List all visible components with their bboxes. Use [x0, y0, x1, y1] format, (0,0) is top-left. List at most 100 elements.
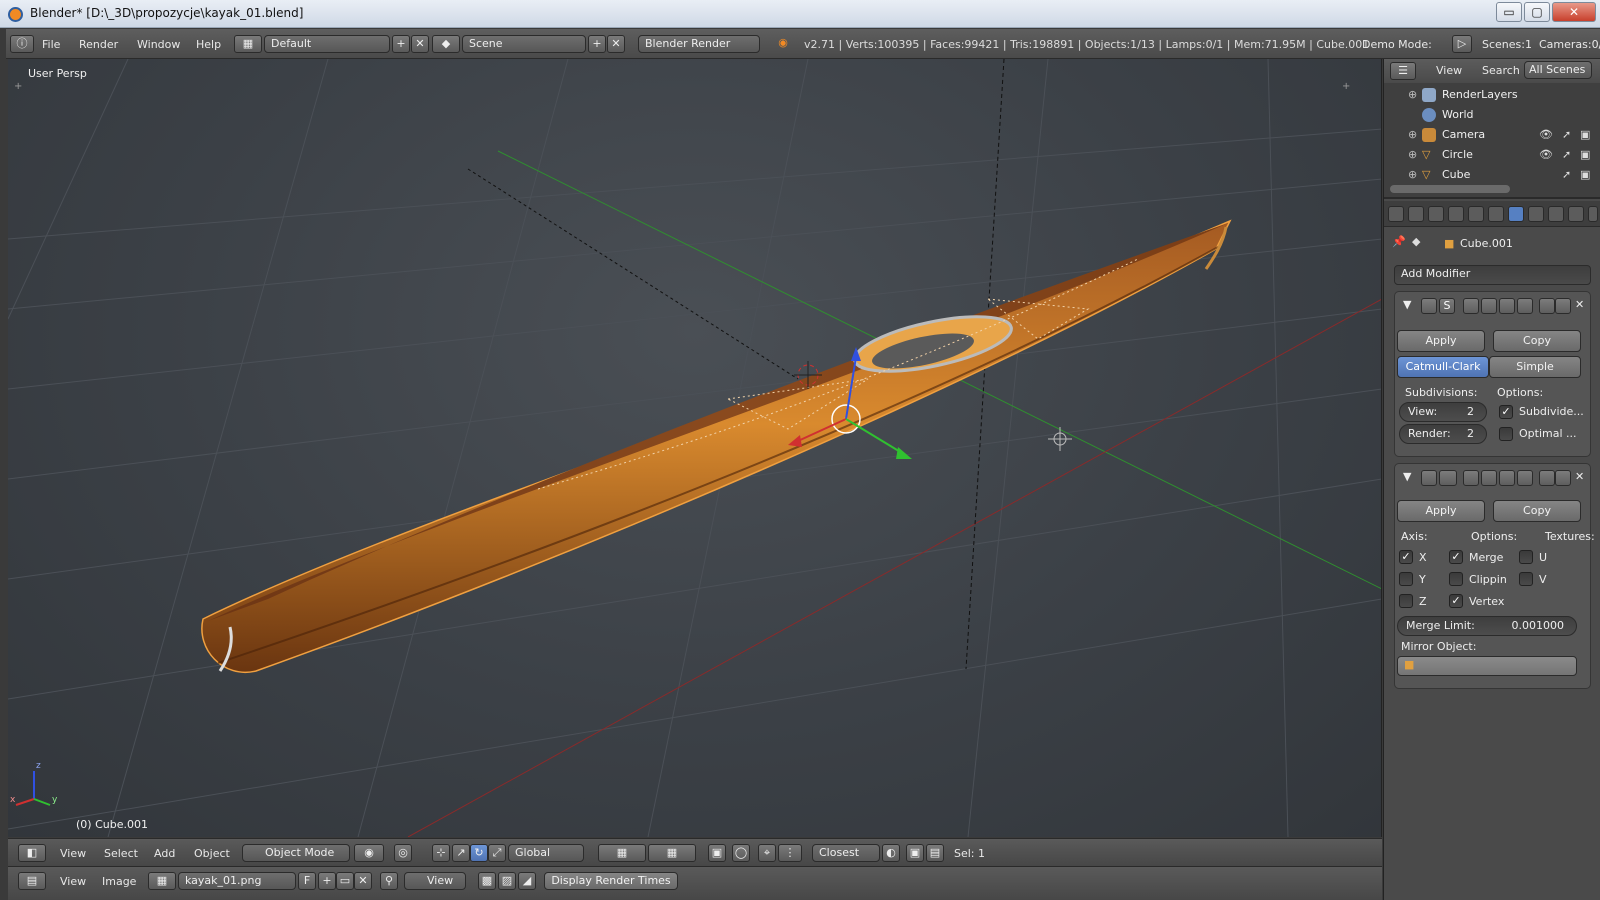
render-toggle-icon[interactable]: [1499, 470, 1515, 486]
axis-z-checkbox[interactable]: [1399, 594, 1413, 608]
new-image-icon[interactable]: +: [318, 872, 336, 890]
remove-modifier-icon[interactable]: ✕: [1575, 470, 1584, 483]
cage-toggle-icon[interactable]: [1517, 298, 1533, 314]
outliner-item-renderlayers[interactable]: ⊕ RenderLayers: [1384, 85, 1600, 105]
rotate-icon[interactable]: ↻: [470, 844, 488, 862]
render-engine-dropdown[interactable]: Blender Render: [638, 35, 760, 53]
menu-file[interactable]: File: [42, 38, 60, 51]
display-render-times-button[interactable]: Display Render Times: [544, 872, 678, 890]
image-name-field[interactable]: kayak_01.png: [178, 872, 296, 890]
collapse-arrow-icon[interactable]: ▼: [1403, 298, 1411, 311]
menu-select[interactable]: Select: [104, 847, 138, 860]
object-tab-icon[interactable]: [1468, 206, 1484, 222]
remove-modifier-icon[interactable]: ✕: [1575, 298, 1584, 311]
menu-view[interactable]: View: [60, 847, 86, 860]
delete-screen-icon[interactable]: ✕: [411, 35, 429, 53]
editor-type-info-icon[interactable]: ⓘ: [10, 35, 34, 53]
visibility-eye-icon[interactable]: 👁: [1539, 145, 1553, 165]
subdivide-uvs-checkbox[interactable]: ✓: [1499, 405, 1513, 419]
renderable-camera-icon[interactable]: ▣: [1580, 165, 1590, 185]
close-button[interactable]: ✕: [1552, 2, 1596, 22]
z-buffer-icon[interactable]: ◢: [518, 872, 536, 890]
simple-button[interactable]: Simple: [1489, 356, 1581, 378]
outliner-display-mode[interactable]: All Scenes: [1524, 61, 1592, 79]
proportional-edit-icon[interactable]: ◯: [732, 844, 750, 862]
add-screen-icon[interactable]: +: [392, 35, 410, 53]
move-down-icon[interactable]: [1555, 470, 1571, 486]
add-modifier-dropdown[interactable]: Add Modifier: [1394, 265, 1591, 285]
merge-checkbox[interactable]: ✓: [1449, 550, 1463, 564]
viewport-shading-icon[interactable]: ◉: [354, 844, 384, 862]
move-down-icon[interactable]: [1555, 298, 1571, 314]
move-up-icon[interactable]: [1539, 298, 1555, 314]
selectable-arrow-icon[interactable]: ➚: [1562, 125, 1571, 145]
editor-type-outliner-icon[interactable]: ☰: [1390, 62, 1416, 80]
render-levels-field[interactable]: Render: 2: [1399, 424, 1487, 444]
outliner-scrollbar[interactable]: [1390, 185, 1510, 193]
realtime-toggle-icon[interactable]: [1481, 298, 1497, 314]
vertex-groups-checkbox[interactable]: ✓: [1449, 594, 1463, 608]
material-tab-icon[interactable]: [1548, 206, 1564, 222]
image-browse-icon[interactable]: ▦: [148, 872, 176, 890]
image-view-dropdown[interactable]: View: [404, 872, 466, 890]
manipulator-toggle-icon[interactable]: ⊹: [432, 844, 450, 862]
texture-tab-icon[interactable]: [1568, 206, 1584, 222]
world-tab-icon[interactable]: [1448, 206, 1464, 222]
pivot-point-icon[interactable]: ◎: [394, 844, 412, 862]
pin-icon[interactable]: 📌: [1392, 235, 1406, 248]
data-tab-icon[interactable]: [1528, 206, 1544, 222]
axis-y-checkbox[interactable]: [1399, 572, 1413, 586]
snap-icon[interactable]: ⌖: [758, 844, 776, 862]
scene-field[interactable]: Scene: [462, 35, 586, 53]
view-levels-field[interactable]: View: 2: [1399, 402, 1487, 422]
screen-layout-field[interactable]: Default: [264, 35, 390, 53]
layers-grid-1-icon[interactable]: ▦: [598, 844, 646, 862]
merge-limit-field[interactable]: Merge Limit: 0.001000: [1397, 616, 1577, 636]
scene-icon[interactable]: ◆: [432, 35, 460, 53]
selectable-arrow-icon[interactable]: ➚: [1562, 145, 1571, 165]
lock-layers-icon[interactable]: ▣: [708, 844, 726, 862]
cage-toggle-icon[interactable]: [1517, 470, 1533, 486]
minimize-button[interactable]: ▭: [1496, 2, 1522, 22]
renderable-camera-icon[interactable]: ▣: [1580, 125, 1590, 145]
modifier-name-field[interactable]: [1439, 470, 1457, 486]
menu-help[interactable]: Help: [196, 38, 221, 51]
render-tab-icon[interactable]: [1388, 206, 1404, 222]
renderable-camera-icon[interactable]: ▣: [1580, 145, 1590, 165]
mirror-v-checkbox[interactable]: [1519, 572, 1533, 586]
snap-element-icon[interactable]: ⋮: [778, 844, 802, 862]
optimal-display-checkbox[interactable]: [1499, 427, 1513, 441]
catmull-clark-button[interactable]: Catmull-Clark: [1397, 356, 1489, 378]
selectable-arrow-icon[interactable]: ➚: [1562, 165, 1571, 185]
menu-render[interactable]: Render: [79, 38, 118, 51]
opengl-render-icon[interactable]: ▣: [906, 844, 924, 862]
outliner-item-circle[interactable]: ⊕ ▽ Circle 👁 ➚ ▣: [1384, 145, 1600, 165]
scale-icon[interactable]: ⤢: [488, 844, 506, 862]
open-image-icon[interactable]: ▭: [336, 872, 354, 890]
axis-x-checkbox[interactable]: ✓: [1399, 550, 1413, 564]
copy-subsurf-button[interactable]: Copy: [1493, 330, 1581, 352]
outliner-view-menu[interactable]: View: [1436, 64, 1462, 77]
editor-type-image-icon[interactable]: ▤: [18, 872, 46, 890]
outliner-search-menu[interactable]: Search: [1482, 64, 1520, 77]
render-layers-tab-icon[interactable]: [1408, 206, 1424, 222]
modifiers-tab-icon[interactable]: [1508, 206, 1524, 222]
mirror-u-checkbox[interactable]: [1519, 550, 1533, 564]
realtime-toggle-icon[interactable]: [1481, 470, 1497, 486]
constraints-tab-icon[interactable]: [1488, 206, 1504, 222]
fake-user-button[interactable]: F: [298, 872, 316, 890]
menu-window[interactable]: Window: [137, 38, 180, 51]
move-up-icon[interactable]: [1539, 470, 1555, 486]
3d-viewport[interactable]: + + User Persp z x y (0) Cube.001: [8, 59, 1382, 837]
mode-dropdown[interactable]: Object Mode: [242, 844, 350, 862]
modifier-name-field[interactable]: S: [1439, 298, 1455, 314]
visibility-eye-icon[interactable]: 👁: [1539, 125, 1553, 145]
unlink-image-icon[interactable]: ✕: [354, 872, 372, 890]
scene-tab-icon[interactable]: [1428, 206, 1444, 222]
layers-grid-2-icon[interactable]: ▦: [648, 844, 696, 862]
add-scene-icon[interactable]: +: [588, 35, 606, 53]
menu-object[interactable]: Object: [194, 847, 230, 860]
alpha-icon[interactable]: ▨: [498, 872, 516, 890]
outliner-item-camera[interactable]: ⊕ Camera 👁 ➚ ▣: [1384, 125, 1600, 145]
delete-scene-icon[interactable]: ✕: [607, 35, 625, 53]
